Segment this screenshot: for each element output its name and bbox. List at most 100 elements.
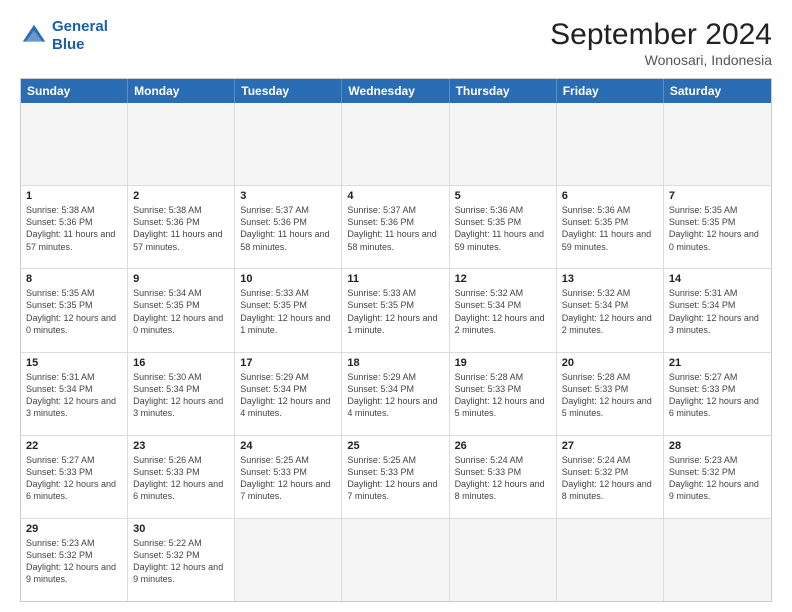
day-info: Sunrise: 5:36 AM Sunset: 5:35 PM Dayligh…	[562, 204, 658, 253]
day-number: 24	[240, 440, 336, 452]
logo: General Blue	[20, 18, 108, 54]
day-info: Sunrise: 5:38 AM Sunset: 5:36 PM Dayligh…	[133, 204, 229, 253]
cell-w1-d5: 6Sunrise: 5:36 AM Sunset: 5:35 PM Daylig…	[557, 186, 664, 268]
week-row-5: 29 Sunrise: 5:23 AM Sunset: 5:32 PM Dayli…	[21, 519, 771, 601]
day-info: Sunrise: 5:22 AM Sunset: 5:32 PM Dayligh…	[133, 537, 229, 586]
day-number: 30	[133, 523, 229, 535]
cell-w0-d1	[128, 103, 235, 185]
week-row-3: 15Sunrise: 5:31 AM Sunset: 5:34 PM Dayli…	[21, 353, 771, 436]
day-number: 21	[669, 357, 766, 369]
day-info: Sunrise: 5:32 AM Sunset: 5:34 PM Dayligh…	[455, 287, 551, 336]
cell-w5-d6	[664, 519, 771, 601]
day-number: 27	[562, 440, 658, 452]
day-info: Sunrise: 5:37 AM Sunset: 5:36 PM Dayligh…	[240, 204, 336, 253]
day-info: Sunrise: 5:23 AM Sunset: 5:32 PM Dayligh…	[26, 537, 122, 586]
day-number: 18	[347, 357, 443, 369]
cell-w4-d4: 26Sunrise: 5:24 AM Sunset: 5:33 PM Dayli…	[450, 436, 557, 518]
day-number: 10	[240, 273, 336, 285]
day-number: 8	[26, 273, 122, 285]
day-number: 28	[669, 440, 766, 452]
day-info: Sunrise: 5:33 AM Sunset: 5:35 PM Dayligh…	[240, 287, 336, 336]
cell-w4-d1: 23 Sunrise: 5:26 AM Sunset: 5:33 PM Dayli…	[128, 436, 235, 518]
cell-w4-d6: 28Sunrise: 5:23 AM Sunset: 5:32 PM Dayli…	[664, 436, 771, 518]
header-monday: Monday	[128, 79, 235, 103]
cell-w3-d2: 17 Sunrise: 5:29 AM Sunset: 5:34 PM Dayli…	[235, 353, 342, 435]
day-info: Sunrise: 5:32 AM Sunset: 5:34 PM Dayligh…	[562, 287, 658, 336]
cell-w2-d4: 12Sunrise: 5:32 AM Sunset: 5:34 PM Dayli…	[450, 269, 557, 351]
calendar-body: 1Sunrise: 5:38 AM Sunset: 5:36 PM Daylig…	[21, 103, 771, 601]
day-info: Sunrise: 5:26 AM Sunset: 5:33 PM Dayligh…	[133, 454, 229, 503]
day-number: 4	[347, 190, 443, 202]
cell-w3-d6: 21 Sunrise: 5:27 AM Sunset: 5:33 PM Dayli…	[664, 353, 771, 435]
day-info: Sunrise: 5:33 AM Sunset: 5:35 PM Dayligh…	[347, 287, 443, 336]
day-number: 29	[26, 523, 122, 535]
day-info: Sunrise: 5:28 AM Sunset: 5:33 PM Dayligh…	[562, 371, 658, 420]
cell-w1-d4: 5 Sunrise: 5:36 AM Sunset: 5:35 PM Daylig…	[450, 186, 557, 268]
header: General Blue September 2024 Wonosari, In…	[20, 18, 772, 68]
calendar-title: September 2024	[550, 18, 772, 52]
cell-w3-d0: 15Sunrise: 5:31 AM Sunset: 5:34 PM Dayli…	[21, 353, 128, 435]
day-number: 13	[562, 273, 658, 285]
cell-w2-d3: 11 Sunrise: 5:33 AM Sunset: 5:35 PM Dayli…	[342, 269, 449, 351]
cell-w5-d2	[235, 519, 342, 601]
cell-w1-d0: 1Sunrise: 5:38 AM Sunset: 5:36 PM Daylig…	[21, 186, 128, 268]
cell-w2-d6: 14 Sunrise: 5:31 AM Sunset: 5:34 PM Dayli…	[664, 269, 771, 351]
cell-w0-d0	[21, 103, 128, 185]
cell-w5-d4	[450, 519, 557, 601]
cell-w1-d3: 4Sunrise: 5:37 AM Sunset: 5:36 PM Daylig…	[342, 186, 449, 268]
cell-w4-d3: 25Sunrise: 5:25 AM Sunset: 5:33 PM Dayli…	[342, 436, 449, 518]
cell-w5-d1: 30 Sunrise: 5:22 AM Sunset: 5:32 PM Dayli…	[128, 519, 235, 601]
day-number: 22	[26, 440, 122, 452]
day-info: Sunrise: 5:27 AM Sunset: 5:33 PM Dayligh…	[669, 371, 766, 420]
day-number: 9	[133, 273, 229, 285]
day-info: Sunrise: 5:36 AM Sunset: 5:35 PM Dayligh…	[455, 204, 551, 253]
day-info: Sunrise: 5:31 AM Sunset: 5:34 PM Dayligh…	[669, 287, 766, 336]
week-row-2: 8 Sunrise: 5:35 AM Sunset: 5:35 PM Daylig…	[21, 269, 771, 352]
calendar-header: Sunday Monday Tuesday Wednesday Thursday…	[21, 79, 771, 103]
logo-text: General Blue	[52, 18, 108, 54]
header-sunday: Sunday	[21, 79, 128, 103]
day-info: Sunrise: 5:28 AM Sunset: 5:33 PM Dayligh…	[455, 371, 551, 420]
cell-w4-d2: 24 Sunrise: 5:25 AM Sunset: 5:33 PM Dayli…	[235, 436, 342, 518]
cell-w2-d1: 9 Sunrise: 5:34 AM Sunset: 5:35 PM Daylig…	[128, 269, 235, 351]
day-number: 3	[240, 190, 336, 202]
cell-w2-d0: 8 Sunrise: 5:35 AM Sunset: 5:35 PM Daylig…	[21, 269, 128, 351]
day-number: 5	[455, 190, 551, 202]
day-number: 14	[669, 273, 766, 285]
day-info: Sunrise: 5:25 AM Sunset: 5:33 PM Dayligh…	[347, 454, 443, 503]
header-thursday: Thursday	[450, 79, 557, 103]
cell-w4-d0: 22 Sunrise: 5:27 AM Sunset: 5:33 PM Dayli…	[21, 436, 128, 518]
cell-w0-d2	[235, 103, 342, 185]
header-tuesday: Tuesday	[235, 79, 342, 103]
cell-w3-d5: 20 Sunrise: 5:28 AM Sunset: 5:33 PM Dayli…	[557, 353, 664, 435]
day-info: Sunrise: 5:35 AM Sunset: 5:35 PM Dayligh…	[26, 287, 122, 336]
header-saturday: Saturday	[664, 79, 771, 103]
cell-w1-d6: 7Sunrise: 5:35 AM Sunset: 5:35 PM Daylig…	[664, 186, 771, 268]
header-wednesday: Wednesday	[342, 79, 449, 103]
day-number: 7	[669, 190, 766, 202]
day-info: Sunrise: 5:30 AM Sunset: 5:34 PM Dayligh…	[133, 371, 229, 420]
cell-w3-d1: 16Sunrise: 5:30 AM Sunset: 5:34 PM Dayli…	[128, 353, 235, 435]
cell-w1-d2: 3 Sunrise: 5:37 AM Sunset: 5:36 PM Daylig…	[235, 186, 342, 268]
cell-w1-d1: 2Sunrise: 5:38 AM Sunset: 5:36 PM Daylig…	[128, 186, 235, 268]
day-number: 19	[455, 357, 551, 369]
cell-w3-d4: 19 Sunrise: 5:28 AM Sunset: 5:33 PM Dayli…	[450, 353, 557, 435]
week-row-4: 22 Sunrise: 5:27 AM Sunset: 5:33 PM Dayli…	[21, 436, 771, 519]
day-info: Sunrise: 5:34 AM Sunset: 5:35 PM Dayligh…	[133, 287, 229, 336]
day-number: 17	[240, 357, 336, 369]
day-info: Sunrise: 5:27 AM Sunset: 5:33 PM Dayligh…	[26, 454, 122, 503]
calendar: Sunday Monday Tuesday Wednesday Thursday…	[20, 78, 772, 602]
day-number: 20	[562, 357, 658, 369]
cell-w5-d3	[342, 519, 449, 601]
day-info: Sunrise: 5:25 AM Sunset: 5:33 PM Dayligh…	[240, 454, 336, 503]
day-number: 11	[347, 273, 443, 285]
logo-line2: Blue	[52, 36, 85, 53]
cell-w3-d3: 18Sunrise: 5:29 AM Sunset: 5:34 PM Dayli…	[342, 353, 449, 435]
header-friday: Friday	[557, 79, 664, 103]
title-block: September 2024 Wonosari, Indonesia	[550, 18, 772, 68]
day-number: 23	[133, 440, 229, 452]
day-info: Sunrise: 5:29 AM Sunset: 5:34 PM Dayligh…	[240, 371, 336, 420]
page: General Blue September 2024 Wonosari, In…	[0, 0, 792, 612]
week-row-0	[21, 103, 771, 186]
cell-w0-d5	[557, 103, 664, 185]
